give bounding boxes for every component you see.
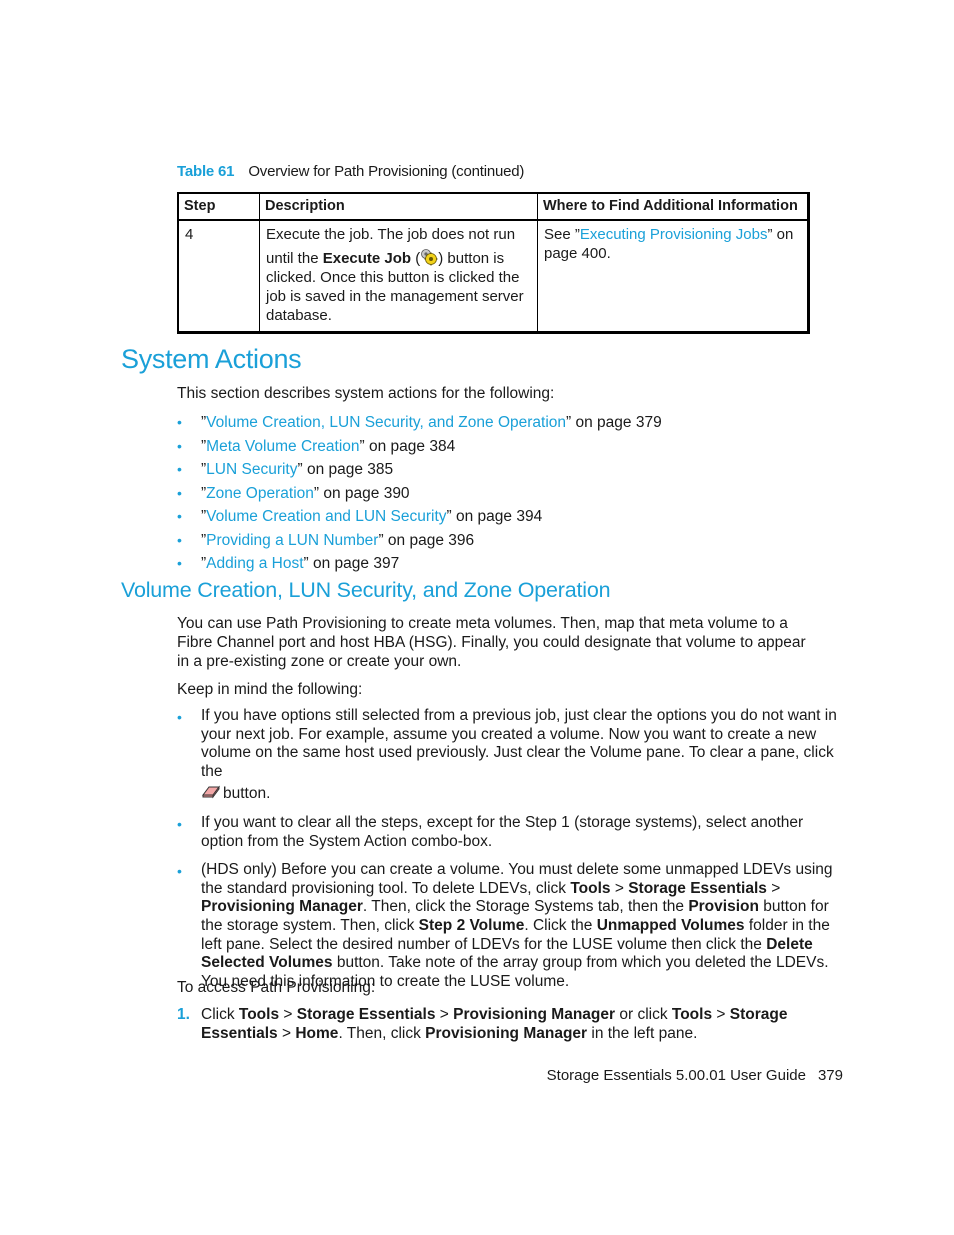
list-item: • ”LUN Security” on page 385 — [177, 459, 662, 483]
table-header-row: Step Description Where to Find Additiona… — [177, 192, 809, 221]
bullet-icon: • — [177, 437, 182, 454]
text: If you want to clear all the steps, exce… — [201, 813, 804, 850]
text: Click — [201, 1006, 239, 1023]
executing-provisioning-jobs-link[interactable]: Executing Provisioning Jobs — [580, 226, 768, 243]
ui-term: Step 2 Volume — [418, 916, 525, 934]
text: > — [610, 879, 629, 897]
toc-link[interactable]: LUN Security — [206, 461, 297, 478]
ui-term: Provisioning Manager — [201, 898, 363, 916]
toc-link[interactable]: Zone Operation — [206, 485, 314, 502]
subsection-paragraph-1: You can use Path Provisioning to create … — [177, 615, 806, 670]
description-line-1: Execute the job. The job does not run — [266, 226, 516, 243]
page-footer: Storage Essentials 5.00.01 User Guide 379 — [547, 1067, 843, 1084]
subsection-title: Volume Creation, LUN Security, and Zone … — [121, 578, 611, 602]
ui-term: Home — [295, 1025, 339, 1042]
bullet-icon: • — [177, 555, 182, 571]
text: See ” — [544, 226, 580, 243]
text: ” on page 390 — [313, 484, 410, 502]
list-item: • ”Volume Creation and LUN Security” on p… — [177, 506, 662, 530]
ui-term: Tools — [671, 1006, 713, 1023]
ui-term: Tools — [570, 879, 611, 897]
subsection-paragraph-3: To access Path Provisioning: — [177, 979, 376, 996]
text: . Click the — [524, 916, 597, 934]
list-item: • ”Zone Operation” on page 390 — [177, 483, 662, 507]
ui-term: Provision — [688, 898, 759, 916]
toc-link[interactable]: Meta Volume Creation — [206, 438, 359, 455]
toc-link[interactable]: Volume Creation and LUN Security — [206, 508, 446, 525]
ui-term: Storage Essentials — [628, 879, 767, 897]
header-description: Description — [259, 192, 538, 221]
ui-term: Tools — [238, 1006, 280, 1023]
subsection-paragraph-2: Keep in mind the following: — [177, 681, 363, 698]
bullet-icon: • — [177, 508, 182, 524]
text: > — [712, 1006, 730, 1023]
text: ” on page 384 — [359, 437, 456, 455]
text: ” on page 394 — [446, 508, 543, 525]
bullet-icon: • — [177, 815, 182, 832]
text: ” on page 385 — [297, 461, 394, 478]
cell-step: 4 — [177, 220, 260, 333]
toc-link[interactable]: Providing a LUN Number — [206, 532, 378, 549]
list-item: • If you want to clear all the steps, ex… — [177, 814, 842, 851]
table-row: 4 Execute the job. The job does not run … — [177, 220, 809, 333]
table-number: Table 61 — [177, 163, 235, 180]
guide-title: Storage Essentials 5.00.01 User Guide — [546, 1067, 806, 1084]
cell-info: See ”Executing Provisioning Jobs” on pag… — [537, 220, 809, 333]
procedure-steps: 1. Click Tools > Storage Essentials > Pr… — [177, 1005, 817, 1043]
list-item: • ”Adding a Host” on page 397 — [177, 553, 662, 577]
text: ” on page 396 — [378, 531, 475, 549]
list-item: • ”Volume Creation, LUN Security, and Zon… — [177, 412, 662, 436]
page-number: 379 — [817, 1067, 843, 1084]
toc-link[interactable]: Volume Creation, LUN Security, and Zone … — [206, 414, 566, 431]
bullet-icon: • — [177, 461, 182, 477]
eraser-icon — [201, 785, 221, 799]
bullet-icon: • — [177, 709, 182, 725]
text: . Then, click — [338, 1025, 426, 1042]
list-item: • ”Providing a LUN Number” on page 396 — [177, 530, 662, 554]
text: in the left pane. — [587, 1025, 698, 1042]
header-info: Where to Find Additional Information — [537, 192, 809, 221]
table-title: Overview for Path Provisioning (continue… — [248, 163, 525, 180]
section-intro: This section describes system actions fo… — [177, 385, 555, 402]
ui-term: Provisioning Manager — [453, 1006, 616, 1023]
step-number: 1. — [177, 1006, 190, 1023]
list-item: • If you have options still selected fro… — [177, 707, 842, 804]
text: If you have options still selected from … — [201, 707, 837, 780]
cell-description: Execute the job. The job does not run un… — [259, 220, 538, 333]
description-line-2: until the Execute Job () button is click… — [266, 248, 531, 325]
section-title: System Actions — [121, 344, 302, 374]
text: until the — [266, 250, 323, 267]
toc-link[interactable]: Adding a Host — [206, 555, 303, 572]
bullet-icon: • — [177, 414, 182, 430]
text: > — [279, 1006, 297, 1023]
text: ” on page 397 — [303, 555, 400, 572]
execute-job-icon — [420, 248, 438, 266]
header-step: Step — [177, 192, 260, 221]
table-caption: Table 61 Overview for Path Provisioning (… — [177, 163, 524, 180]
text: or click — [615, 1006, 672, 1023]
ui-term: Unmapped Volumes — [596, 916, 745, 934]
text: ” on page 379 — [566, 414, 662, 431]
list-item: • ”Meta Volume Creation” on page 384 — [177, 436, 662, 460]
keep-in-mind-list: • If you have options still selected fro… — [177, 707, 842, 1001]
procedure-step: 1. Click Tools > Storage Essentials > Pr… — [177, 1005, 817, 1043]
section-toc-list: • ”Volume Creation, LUN Security, and Zon… — [177, 412, 662, 577]
execute-job-label: Execute Job — [322, 250, 412, 267]
text: > — [435, 1006, 454, 1023]
text: button. — [223, 785, 271, 803]
bullet-icon: • — [177, 863, 182, 880]
bullet-icon: • — [177, 531, 182, 548]
text: ( — [411, 250, 421, 267]
ui-term: Provisioning Manager — [425, 1025, 588, 1042]
text: > — [766, 879, 781, 897]
text: . Then, click the Storage Systems tab, t… — [362, 898, 689, 916]
text: > — [277, 1025, 296, 1042]
ui-term: Storage Essentials — [296, 1006, 436, 1023]
bullet-icon: • — [177, 484, 182, 501]
overview-table: Step Description Where to Find Additiona… — [177, 192, 810, 334]
list-item: • (HDS only) Before you can create a vol… — [177, 861, 842, 991]
